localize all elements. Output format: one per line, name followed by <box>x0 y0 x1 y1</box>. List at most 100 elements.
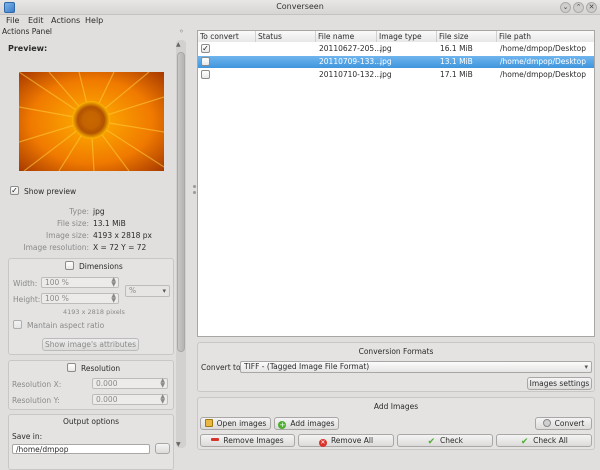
row-image-type: jpg <box>380 57 392 66</box>
maximize-button[interactable]: ⌃ <box>573 2 584 13</box>
menu-help[interactable]: Help <box>85 16 103 25</box>
resolution-info-label: Image resolution: <box>23 243 89 252</box>
table-row[interactable]: 20110709-133... jpg 13.1 MiB /home/dmpop… <box>198 56 594 68</box>
title-bar: Converseen ⌄ ⌃ ✕ <box>0 0 600 15</box>
remove-all-label: Remove All <box>330 436 374 445</box>
row-file-path: /home/dmpop/Desktop <box>500 57 586 66</box>
height-label: Height: <box>13 295 41 304</box>
format-value: TIFF - (Tagged Image File Format) <box>244 362 370 371</box>
column-header-status[interactable]: Status <box>256 31 316 42</box>
output-options-title: Output options <box>62 417 120 426</box>
height-value: 100 % <box>45 294 69 303</box>
column-header-file-path[interactable]: File path <box>497 31 594 42</box>
column-header-to-convert[interactable]: To convert <box>198 31 256 42</box>
panel-splitter[interactable] <box>193 27 196 470</box>
pixels-note: 4193 x 2818 pixels <box>63 308 125 316</box>
menu-file[interactable]: File <box>6 16 19 25</box>
check-all-label: Check All <box>533 436 568 445</box>
menu-bar: File Edit Actions Help <box>0 15 600 27</box>
chevron-down-icon: ▾ <box>584 363 588 371</box>
menu-edit[interactable]: Edit <box>28 16 44 25</box>
remove-icon <box>211 438 220 441</box>
add-icon: + <box>278 421 287 429</box>
table-row[interactable]: 20110710-132... jpg 17.1 MiB /home/dmpop… <box>198 69 594 81</box>
add-images-button[interactable]: + Add images <box>274 417 339 430</box>
preview-image <box>19 72 164 171</box>
show-preview-checkbox[interactable]: ✓ <box>10 186 19 195</box>
type-label: Type: <box>69 207 89 216</box>
remove-all-button[interactable]: ✕ Remove All <box>298 434 394 447</box>
width-value: 100 % <box>45 278 69 287</box>
filesize-label: File size: <box>56 219 89 228</box>
row-file-name: 20110710-132... <box>319 70 382 79</box>
resolution-y-value: 0.000 <box>96 395 118 404</box>
check-button[interactable]: ✔ Check <box>397 434 493 447</box>
spin-arrows-icon: ▲ ▼ <box>160 377 165 389</box>
column-header-file-name[interactable]: File name <box>316 31 377 42</box>
resolution-y-spinbox[interactable]: 0.000 ▲ ▼ <box>92 394 168 405</box>
chevron-down-icon: ▾ <box>162 287 166 295</box>
table-row[interactable]: ✓ 20110627-205... jpg 16.1 MiB /home/dmp… <box>198 43 594 55</box>
images-settings-button[interactable]: Images settings <box>527 377 592 390</box>
row-file-size: 16.1 MiB <box>440 44 473 53</box>
dock-float-button[interactable]: ◦ <box>179 27 184 36</box>
remove-images-button[interactable]: Remove Images <box>200 434 295 447</box>
row-file-name: 20110627-205... <box>319 44 382 53</box>
unit-combobox[interactable]: % ▾ <box>125 285 170 297</box>
show-attributes-button[interactable]: Show image's attributes <box>42 338 139 351</box>
convert-icon <box>542 419 551 427</box>
row-checkbox[interactable] <box>201 57 210 66</box>
save-in-input[interactable]: /home/dmpop <box>12 444 150 454</box>
resolution-info-value: X = 72 Y = 72 <box>93 243 147 252</box>
height-spinbox[interactable]: 100 % ▲ ▼ <box>41 293 119 304</box>
row-image-type: jpg <box>380 70 392 79</box>
format-combobox[interactable]: TIFF - (Tagged Image File Format) ▾ <box>240 361 592 373</box>
scroll-up-icon[interactable]: ▲ <box>176 41 181 48</box>
minimize-button[interactable]: ⌄ <box>560 2 571 13</box>
scroll-down-icon[interactable]: ▼ <box>176 441 181 448</box>
convert-label: Convert <box>554 419 585 428</box>
dimensions-title: Dimensions <box>79 262 123 271</box>
open-images-label: Open images <box>216 419 267 428</box>
imagesize-label: Image size: <box>46 231 89 240</box>
check-all-button[interactable]: ✔ Check All <box>496 434 592 447</box>
check-icon: ✔ <box>427 437 436 447</box>
column-header-file-size[interactable]: File size <box>437 31 497 42</box>
resolution-x-value: 0.000 <box>96 379 118 388</box>
convert-button[interactable]: Convert <box>535 417 592 430</box>
aspect-ratio-checkbox[interactable] <box>13 320 22 329</box>
add-images-title: Add Images <box>373 402 419 411</box>
aspect-ratio-label: Mantain aspect ratio <box>27 321 105 330</box>
check-all-icon: ✔ <box>520 437 529 447</box>
folder-open-icon <box>204 419 213 427</box>
resolution-x-spinbox[interactable]: 0.000 ▲ ▼ <box>92 378 168 389</box>
remove-images-label: Remove Images <box>223 436 284 445</box>
row-file-path: /home/dmpop/Desktop <box>500 44 586 53</box>
convert-to-label: Convert to: <box>201 363 244 372</box>
resolution-x-label: Resolution X: <box>12 380 62 389</box>
conversion-formats-title: Conversion Formats <box>358 347 434 356</box>
add-images-label: Add images <box>290 419 335 428</box>
row-file-name: 20110709-133... <box>319 57 382 66</box>
spin-arrows-icon: ▲ ▼ <box>111 292 116 304</box>
browse-button[interactable] <box>155 443 170 454</box>
resolution-checkbox[interactable] <box>67 363 76 372</box>
dimensions-checkbox[interactable] <box>65 261 74 270</box>
menu-actions[interactable]: Actions <box>51 16 80 25</box>
imagesize-value: 4193 x 2818 px <box>93 231 152 240</box>
open-images-button[interactable]: Open images <box>200 417 271 430</box>
width-label: Width: <box>13 279 38 288</box>
spin-arrows-icon: ▲ ▼ <box>160 393 165 405</box>
preview-label: Preview: <box>8 44 48 53</box>
column-header-image-type[interactable]: Image type <box>377 31 437 42</box>
remove-all-icon: ✕ <box>318 439 327 447</box>
scrollbar-thumb[interactable] <box>177 52 185 352</box>
spin-arrows-icon: ▲ ▼ <box>111 276 116 288</box>
window-title: Converseen <box>276 2 324 11</box>
resolution-title: Resolution <box>81 364 121 373</box>
row-checkbox[interactable]: ✓ <box>201 44 210 53</box>
width-spinbox[interactable]: 100 % ▲ ▼ <box>41 277 119 288</box>
row-checkbox[interactable] <box>201 70 210 79</box>
close-window-button[interactable]: ✕ <box>586 2 597 13</box>
filesize-value: 13.1 MiB <box>93 219 126 228</box>
